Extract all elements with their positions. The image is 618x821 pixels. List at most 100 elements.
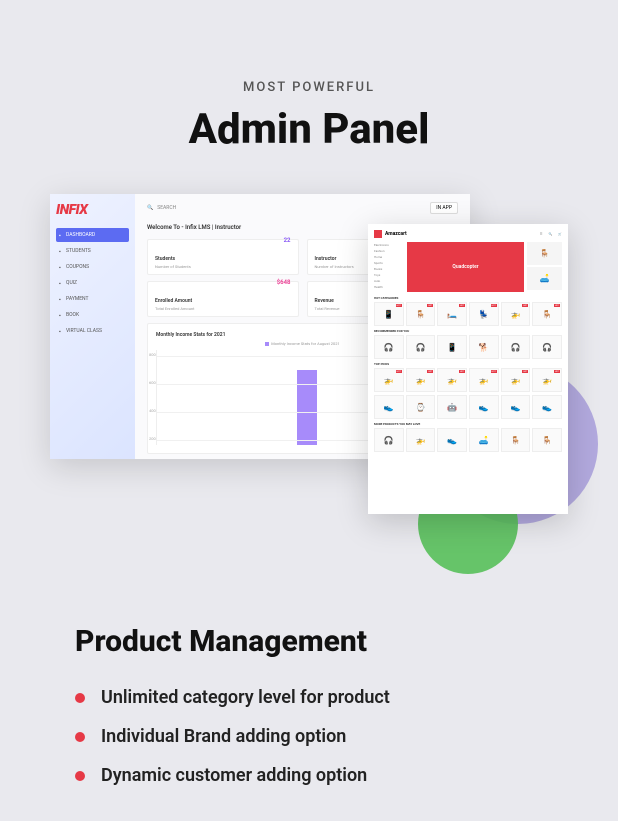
ec-categories: Electronics Fashion Home Sports Books To… (374, 242, 404, 292)
ec-section-title: MORE PRODUCTS YOU MAY LOVE (374, 422, 562, 426)
ec-item: 👟 (437, 428, 467, 452)
ec-grid: 🎧 🚁 👟 🛋️ 🪑 🪑 (374, 428, 562, 452)
ec-item: 👟 (501, 395, 531, 419)
topbar: 🔍 SEARCH IN APP (147, 202, 458, 214)
product-icon: 🪑 (511, 436, 521, 445)
y-tick: 600 (149, 380, 156, 385)
product-icon: 👟 (447, 436, 457, 445)
product-icon: 👟 (542, 403, 552, 412)
product-icon: 🚁 (479, 376, 489, 385)
sidebar-item-students: ▪STUDENTS (56, 244, 129, 258)
ec-section-title: RECOMMENDED FOR YOU (374, 329, 562, 333)
sidebar-item-coupons: ▪COUPONS (56, 260, 129, 274)
ec-banner: Quadcopter (407, 242, 524, 292)
product-icon: 📱 (447, 343, 457, 352)
product-icon: 🚁 (447, 376, 457, 385)
product-icon: 👟 (511, 403, 521, 412)
ec-item: 👟 (469, 395, 499, 419)
search-icon: 🔍 (147, 205, 153, 211)
product-icon: 🚁 (384, 376, 394, 385)
book-icon: ▪ (59, 313, 63, 317)
ec-item: 🛏️HOT (437, 302, 467, 326)
ec-side-item: 🪑 (527, 242, 562, 265)
sidebar-item-virtual: ▪VIRTUAL CLASS (56, 324, 129, 338)
ec-item: 📱 (437, 335, 467, 359)
product-icon: 🚁 (542, 376, 552, 385)
ec-item: 🚁HOT (501, 368, 531, 392)
pm-title: Product Management (75, 624, 543, 659)
product-icon: 🛋️ (479, 436, 489, 445)
pm-feature-item: Dynamic customer adding option (75, 765, 543, 786)
ec-item: 🎧 (501, 335, 531, 359)
sidebar-item-dashboard: ▪DASHBOARD (56, 228, 129, 242)
ec-hero: Electronics Fashion Home Sports Books To… (374, 242, 562, 292)
pm-feature-text: Individual Brand adding option (101, 726, 346, 747)
ec-grid: 👟 ⌚ 🤖 👟 👟 👟 (374, 395, 562, 419)
ec-side-item: 🛋️ (527, 267, 562, 290)
product-icon: ⌚ (416, 403, 426, 412)
card-students: Students22 Number of Students (147, 239, 299, 275)
ec-item: 🚁HOT (532, 368, 562, 392)
ec-item: 💺HOT (469, 302, 499, 326)
legend-dot-icon (265, 342, 269, 346)
ec-item: 🪑 (501, 428, 531, 452)
product-icon: 🪑 (416, 310, 426, 319)
product-icon: 🐕 (479, 343, 489, 352)
product-management-section: Product Management Unlimited category le… (0, 584, 618, 786)
ec-side: 🪑 🛋️ (527, 242, 562, 292)
product-icon: 🎧 (416, 343, 426, 352)
product-icon: 👟 (479, 403, 489, 412)
ec-item: 🪑HOT (406, 302, 436, 326)
screenshots-area: INFIX ▪DASHBOARD ▪STUDENTS ▪COUPONS ▪QUI… (0, 194, 618, 584)
quiz-icon: ▪ (59, 281, 63, 285)
ec-item: 🛋️ (469, 428, 499, 452)
nav-button: IN APP (430, 202, 458, 214)
product-icon: 🎧 (384, 343, 394, 352)
search-bar: 🔍 SEARCH (147, 205, 176, 211)
coupons-icon: ▪ (59, 265, 63, 269)
pm-feature-text: Unlimited category level for product (101, 687, 390, 708)
y-tick: 200 (149, 436, 156, 441)
sidebar-item-quiz: ▪QUIZ (56, 276, 129, 290)
ec-section-title: HOT CATEGORIES (374, 296, 562, 300)
product-icon: 📱 (384, 310, 394, 319)
ec-logo-icon (374, 230, 382, 238)
sidebar: INFIX ▪DASHBOARD ▪STUDENTS ▪COUPONS ▪QUI… (50, 194, 135, 459)
bullet-icon (75, 732, 85, 742)
product-icon: 🎧 (511, 343, 521, 352)
ec-item: 🎧 (406, 335, 436, 359)
product-icon: 🪑 (542, 436, 552, 445)
ec-item: 🚁HOT (501, 302, 531, 326)
ec-banner-text: Quadcopter (452, 264, 478, 270)
tagline: MOST POWERFUL (0, 80, 618, 95)
pm-feature-text: Dynamic customer adding option (101, 765, 367, 786)
pm-feature-item: Unlimited category level for product (75, 687, 543, 708)
product-icon: 🚁 (416, 436, 426, 445)
pm-feature-item: Individual Brand adding option (75, 726, 543, 747)
card-enrolled: Enrolled Amount$648 Total Enrolled Amoun… (147, 281, 299, 317)
product-icon: 🚁 (511, 310, 521, 319)
search-icon: 🔍 (549, 232, 553, 236)
product-icon: 🎧 (542, 343, 552, 352)
product-icon: 💺 (479, 310, 489, 319)
ec-grid: 🚁HOT 🚁HOT 🚁HOT 🚁HOT 🚁HOT 🚁HOT (374, 368, 562, 392)
chart-bar (297, 370, 317, 445)
ec-grid: 🎧 🎧 📱 🐕 🎧 🎧 (374, 335, 562, 359)
ec-item: 🤖 (437, 395, 467, 419)
ec-item: 🚁HOT (406, 368, 436, 392)
product-icon: 🤖 (447, 403, 457, 412)
hero-header: MOST POWERFUL Admin Panel (0, 0, 618, 154)
ec-item: 🎧 (374, 335, 404, 359)
bullet-icon (75, 771, 85, 781)
logo: INFIX (56, 202, 129, 218)
dashboard-icon: ▪ (59, 233, 63, 237)
bullet-icon (75, 693, 85, 703)
payment-icon: ▪ (59, 297, 63, 301)
main-title: Admin Panel (0, 105, 618, 154)
ecommerce-screenshot: Amazcart ☰ 🔍 🛒 Electronics Fashion Home … (368, 224, 568, 514)
product-icon: 🎧 (384, 436, 394, 445)
y-tick: 800 (149, 352, 156, 357)
product-icon: 🛏️ (447, 310, 457, 319)
product-icon: 🚁 (416, 376, 426, 385)
students-icon: ▪ (59, 249, 63, 253)
